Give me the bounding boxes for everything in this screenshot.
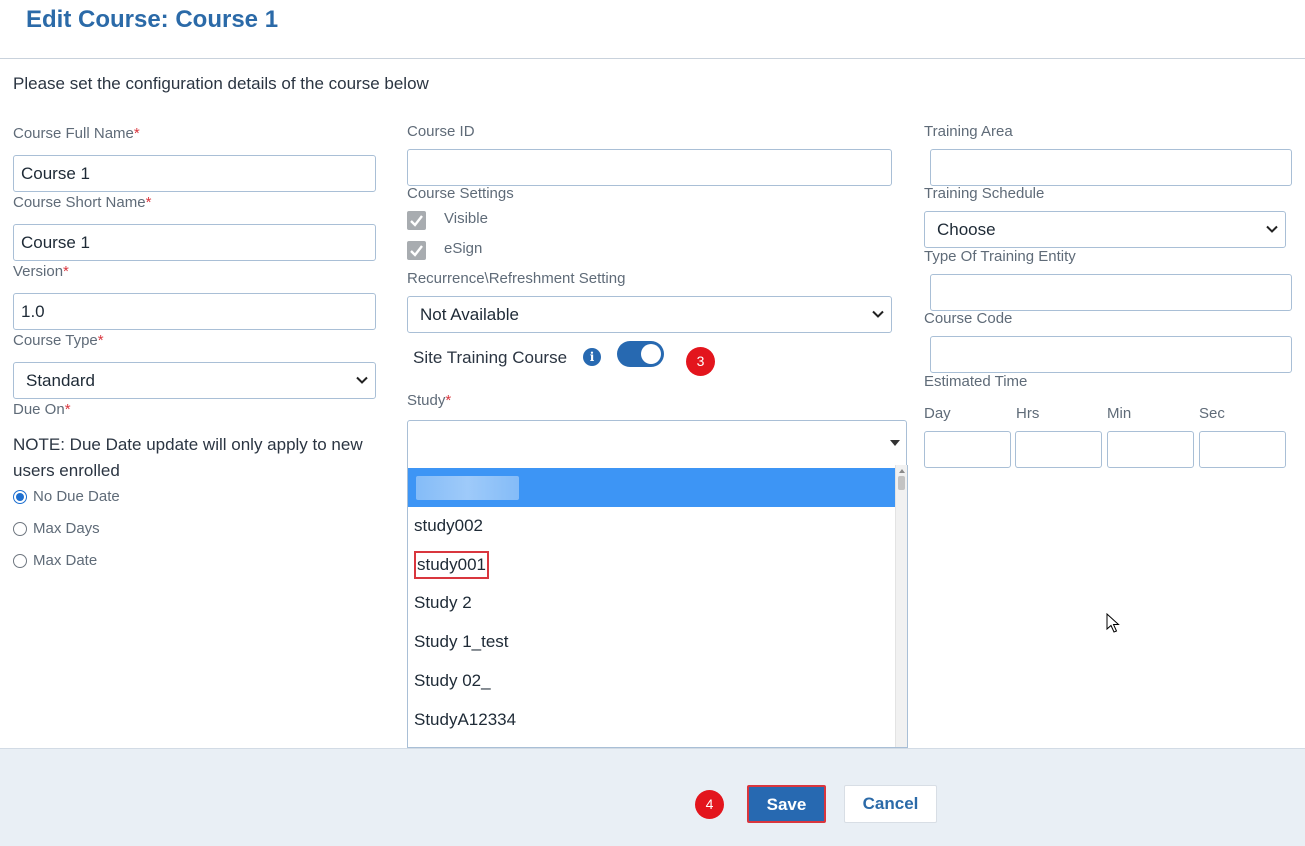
- esign-checkbox[interactable]: [407, 241, 426, 260]
- radio-label: Max Date: [33, 552, 98, 569]
- course-code-label: Course Code: [924, 310, 1013, 327]
- study-option[interactable]: Study 1_test: [408, 622, 896, 661]
- radio-button[interactable]: [13, 521, 27, 536]
- info-icon[interactable]: i: [583, 348, 601, 366]
- visible-checkbox[interactable]: [407, 211, 426, 230]
- save-button[interactable]: Save: [747, 785, 826, 823]
- redacted-text: [416, 476, 519, 500]
- training-schedule-label: Training Schedule: [924, 185, 1045, 202]
- study-option[interactable]: study002: [408, 506, 896, 545]
- sec-input[interactable]: [1199, 431, 1286, 468]
- course-id-label: Course ID: [407, 123, 475, 140]
- version-label: Version*: [13, 263, 69, 280]
- study-select[interactable]: [407, 420, 907, 466]
- chevron-down-icon: [872, 310, 884, 318]
- study-option[interactable]: Study 2: [408, 583, 896, 622]
- entity-type-input[interactable]: [930, 274, 1292, 311]
- due-on-label: Due On*: [13, 401, 71, 418]
- study-label: Study*: [407, 392, 452, 409]
- course-type-select[interactable]: Standard: [13, 362, 376, 399]
- site-training-toggle[interactable]: [617, 341, 664, 367]
- footer-bar: [0, 748, 1305, 846]
- page-header: Edit Course: Course 1: [0, 0, 1305, 59]
- study-option-highlighted[interactable]: [408, 468, 896, 507]
- hrs-input[interactable]: [1015, 431, 1102, 468]
- radio-button[interactable]: [13, 489, 27, 504]
- course-full-name-label: Course Full Name*: [13, 125, 140, 142]
- esign-label: eSign: [444, 240, 483, 257]
- intro-text: Please set the configuration details of …: [13, 74, 429, 93]
- min-label: Min: [1107, 405, 1132, 422]
- radio-label: No Due Date: [33, 488, 120, 505]
- radio-button[interactable]: [13, 553, 27, 568]
- dropdown-scrollbar[interactable]: [895, 465, 907, 747]
- visible-label: Visible: [444, 210, 488, 227]
- day-input[interactable]: [924, 431, 1011, 468]
- step-4-badge: 4: [695, 790, 724, 819]
- radio-no-due-date[interactable]: No Due Date: [13, 488, 120, 505]
- scroll-up-arrow-icon[interactable]: [899, 469, 905, 473]
- due-date-note: NOTE: Due Date update will only apply to…: [13, 435, 363, 480]
- cancel-button[interactable]: Cancel: [844, 785, 937, 823]
- study-dropdown-list[interactable]: study002 study001 Study 2 Study 1_test S…: [407, 465, 908, 748]
- page-title: Edit Course: Course 1: [26, 6, 279, 33]
- hrs-label: Hrs: [1016, 405, 1040, 422]
- course-code-input[interactable]: [930, 336, 1292, 373]
- version-input[interactable]: 1.0: [13, 293, 376, 330]
- course-settings-label: Course Settings: [407, 185, 514, 202]
- radio-max-days[interactable]: Max Days: [13, 520, 100, 537]
- entity-type-label: Type Of Training Entity: [924, 248, 1076, 265]
- training-area-label: Training Area: [924, 123, 1013, 140]
- mouse-cursor-icon: [1106, 613, 1120, 633]
- study-option[interactable]: Study 02_: [408, 661, 896, 700]
- day-label: Day: [924, 405, 951, 422]
- toggle-knob: [641, 344, 661, 364]
- step-3-badge: 3: [686, 347, 715, 376]
- study-option-study001[interactable]: study001: [408, 545, 896, 584]
- checkmark-icon: [410, 215, 423, 227]
- sec-label: Sec: [1199, 405, 1225, 422]
- checkmark-icon: [410, 245, 423, 257]
- course-id-input[interactable]: [407, 149, 892, 186]
- course-type-label: Course Type*: [13, 332, 104, 349]
- radio-label: Max Days: [33, 520, 100, 537]
- recurrence-select[interactable]: Not Available: [407, 296, 892, 333]
- training-area-input[interactable]: [930, 149, 1292, 186]
- recurrence-value: Not Available: [420, 305, 519, 324]
- min-input[interactable]: [1107, 431, 1194, 468]
- training-schedule-select[interactable]: Choose: [924, 211, 1286, 248]
- course-full-name-input[interactable]: Course 1: [13, 155, 376, 192]
- chevron-down-icon: [356, 376, 368, 384]
- estimated-time-label: Estimated Time: [924, 373, 1028, 390]
- course-short-name-label: Course Short Name*: [13, 194, 152, 211]
- course-type-value: Standard: [26, 371, 95, 390]
- recurrence-label: Recurrence\Refreshment Setting: [407, 270, 626, 287]
- scroll-thumb[interactable]: [898, 476, 905, 490]
- training-schedule-value: Choose: [937, 220, 996, 239]
- radio-max-date[interactable]: Max Date: [13, 552, 97, 569]
- site-training-label: Site Training Course: [413, 348, 568, 367]
- study-option[interactable]: StudyA12334: [408, 700, 896, 739]
- course-short-name-input[interactable]: Course 1: [13, 224, 376, 261]
- chevron-down-icon: [1266, 225, 1278, 233]
- caret-down-icon: [890, 440, 900, 446]
